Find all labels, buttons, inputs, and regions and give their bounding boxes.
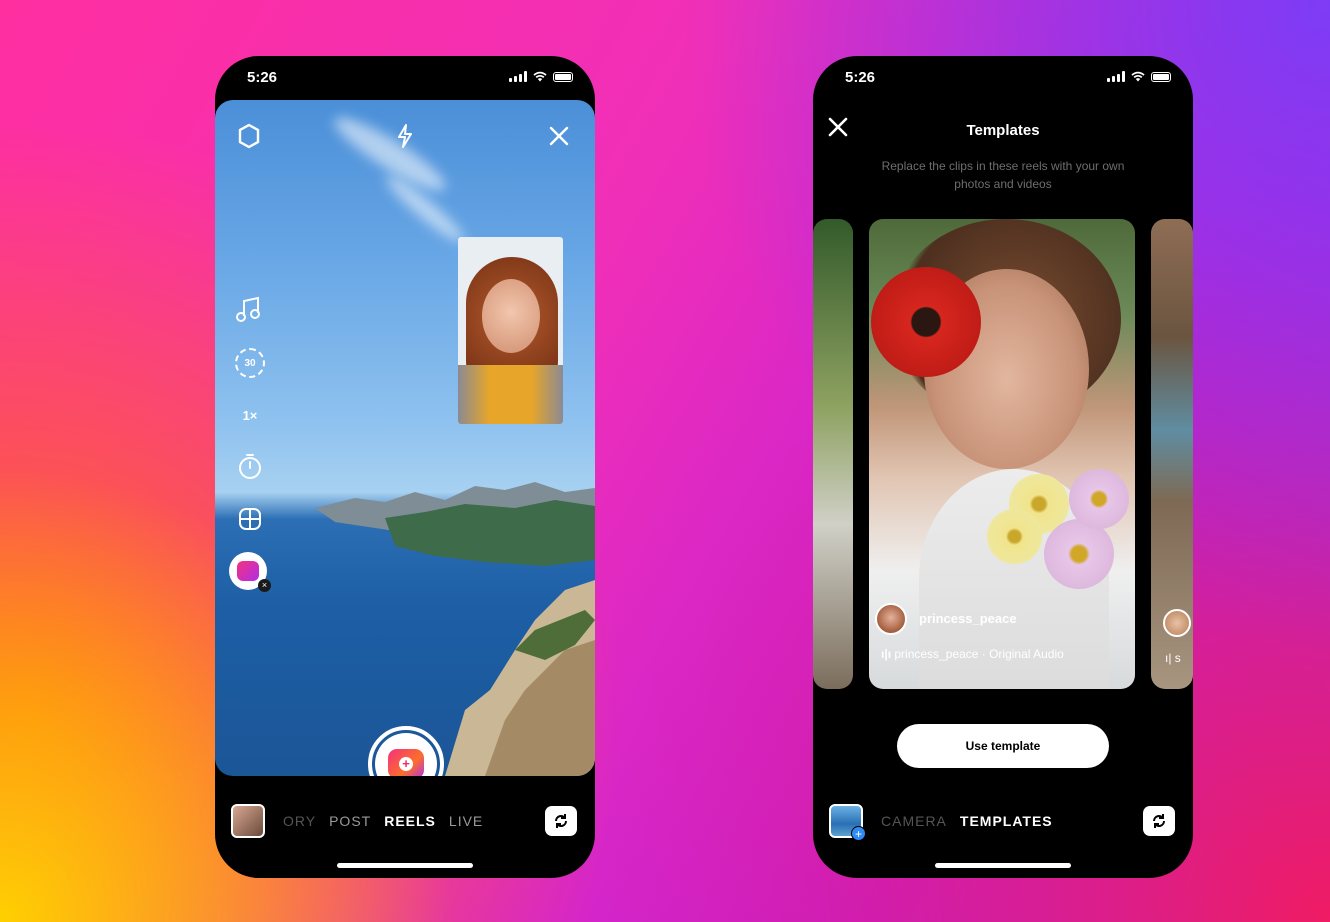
- status-time: 5:26: [845, 69, 876, 86]
- card-audio-label: princess_peace · Original Audio: [894, 647, 1064, 661]
- signal-icon: [509, 71, 527, 82]
- templates-phone: 5:26 Templates Replace the clips in thes…: [813, 56, 1193, 878]
- avatar: [1163, 609, 1191, 637]
- timer-30-icon[interactable]: 30: [235, 348, 265, 378]
- card-photo-pink-flower: [1069, 469, 1129, 529]
- mode-tabs: CAMERA TEMPLATES: [881, 813, 1053, 829]
- use-template-button[interactable]: Use template: [897, 724, 1109, 768]
- wifi-icon: [1131, 71, 1145, 82]
- page-subtitle: Replace the clips in these reels with yo…: [881, 159, 1125, 191]
- music-note-icon[interactable]: [235, 296, 263, 324]
- status-bar: 5:26: [813, 56, 1193, 100]
- reels-camera-icon: +: [388, 749, 424, 776]
- status-time: 5:26: [247, 69, 278, 86]
- tab-story[interactable]: ORY: [283, 813, 316, 829]
- gallery-thumbnail[interactable]: [231, 804, 265, 838]
- close-icon[interactable]: [545, 122, 573, 150]
- flip-camera-icon: [555, 814, 567, 828]
- camera-viewfinder[interactable]: 30 1× × +: [215, 100, 595, 776]
- status-indicators: [509, 71, 573, 82]
- template-card[interactable]: princess_peace ı|ı princess_peace · Orig…: [869, 219, 1135, 689]
- battery-icon: [553, 71, 573, 82]
- status-indicators: [1107, 71, 1171, 82]
- tab-live[interactable]: LIVE: [449, 813, 483, 829]
- tab-post[interactable]: POST: [329, 813, 371, 829]
- layout-icon[interactable]: [235, 504, 265, 534]
- gallery-thumbnail[interactable]: +: [829, 804, 866, 841]
- status-bar: 5:26: [215, 56, 595, 100]
- tab-templates[interactable]: TEMPLATES: [960, 813, 1053, 829]
- add-icon: +: [851, 826, 866, 841]
- remix-preview-pip[interactable]: [458, 237, 563, 424]
- card-audio[interactable]: ı|ı princess_peace · Original Audio: [881, 647, 1064, 661]
- card-photo-pink-flower: [1044, 519, 1114, 589]
- capture-inner: +: [375, 733, 437, 776]
- mode-bar: ORY POST REELS LIVE: [215, 796, 595, 846]
- page-title: Templates: [966, 122, 1040, 139]
- card-photo-red-flower: [871, 267, 981, 377]
- speed-icon[interactable]: 1×: [235, 400, 265, 430]
- flip-camera-button[interactable]: [1143, 806, 1175, 836]
- home-indicator: [337, 863, 473, 868]
- battery-icon: [1151, 71, 1171, 82]
- effects-icon[interactable]: ×: [229, 552, 271, 592]
- template-card-previous[interactable]: [813, 219, 853, 689]
- template-card-next[interactable]: ı| s: [1151, 219, 1193, 689]
- flip-camera-button[interactable]: [545, 806, 577, 836]
- mode-bar: + CAMERA TEMPLATES: [813, 796, 1193, 846]
- remove-effect-icon[interactable]: ×: [258, 579, 271, 592]
- signal-icon: [1107, 71, 1125, 82]
- audio-icon: ı|ı: [881, 647, 895, 661]
- camera-phone: 5:26 30 1× × + ORY POST REELS LIVE: [215, 56, 595, 878]
- home-indicator: [935, 863, 1071, 868]
- avatar[interactable]: [875, 603, 907, 635]
- mode-tabs: ORY POST REELS LIVE: [283, 813, 483, 829]
- flash-icon[interactable]: [391, 122, 419, 150]
- card-photo-yellow-flower: [987, 509, 1042, 564]
- wifi-icon: [533, 71, 547, 82]
- tab-reels[interactable]: REELS: [384, 813, 436, 829]
- card-username[interactable]: princess_peace: [919, 611, 1017, 626]
- tab-camera[interactable]: CAMERA: [881, 813, 947, 829]
- settings-icon[interactable]: [235, 122, 263, 150]
- card-audio-label: ı| s: [1165, 651, 1181, 665]
- countdown-icon[interactable]: [235, 452, 265, 482]
- flip-camera-icon: [1153, 814, 1165, 828]
- card-meta: princess_peace ı|ı princess_peace · Orig…: [875, 603, 1125, 673]
